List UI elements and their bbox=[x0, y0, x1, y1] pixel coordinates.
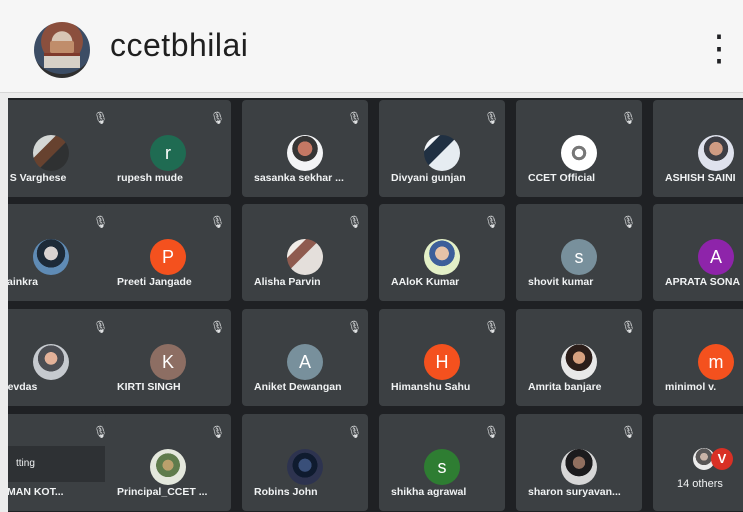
microphone-off-icon: 🎙 bbox=[93, 111, 109, 125]
participant-name: Preeti Jangade bbox=[117, 276, 192, 288]
microphone-off-icon: 🎙 bbox=[484, 320, 500, 334]
more-options-icon[interactable]: ⋮ bbox=[701, 28, 737, 70]
microphone-off-icon: 🎙 bbox=[210, 425, 226, 439]
participant-tile-preeti-jangade[interactable]: 🎙 P Preeti Jangade bbox=[105, 204, 231, 301]
participant-tile-aniket-dewangan[interactable]: 🎙 A Aniket Dewangan bbox=[242, 309, 368, 406]
participant-avatar-icon bbox=[33, 239, 69, 275]
participant-avatar-icon bbox=[150, 449, 186, 485]
participant-name: Painkra bbox=[8, 276, 38, 288]
participant-avatar-icon: s bbox=[561, 239, 597, 275]
microphone-off-icon: 🎙 bbox=[621, 215, 637, 229]
participant-name: Alisha Parvin bbox=[254, 276, 321, 288]
participant-tile-rupesh-mude[interactable]: 🎙 r rupesh mude bbox=[105, 100, 231, 197]
participant-avatar-icon: r bbox=[150, 135, 186, 171]
microphone-off-icon: 🎙 bbox=[347, 215, 363, 229]
participant-tile-minimol-v[interactable]: 🎙 m minimol v. bbox=[653, 309, 743, 406]
participant-tile-devdas[interactable]: 🎙 Devdas bbox=[8, 309, 114, 406]
participant-tile-sasanka-sekhar[interactable]: 🎙 sasanka sekhar ... bbox=[242, 100, 368, 197]
participant-tile-ashish-saini[interactable]: 🎙 ASHISH SAINI bbox=[653, 100, 743, 197]
participant-avatar-icon: P bbox=[150, 239, 186, 275]
participant-avatar-icon: V bbox=[711, 448, 733, 470]
microphone-off-icon: 🎙 bbox=[347, 320, 363, 334]
participant-name: shikha agrawal bbox=[391, 486, 467, 498]
microphone-off-icon: 🎙 bbox=[347, 425, 363, 439]
participant-tile-himanshu-sahu[interactable]: 🎙 H Himanshu Sahu bbox=[379, 309, 505, 406]
participant-avatar-icon: K bbox=[150, 344, 186, 380]
participant-tile-shovit-kumar[interactable]: 🎙 s shovit kumar bbox=[516, 204, 642, 301]
participant-tile-alisha-parvin[interactable]: 🎙 Alisha Parvin bbox=[242, 204, 368, 301]
participant-tile-shikha-agrawal[interactable]: 🎙 s shikha agrawal bbox=[379, 414, 505, 511]
participant-name: minimol v. bbox=[665, 381, 717, 393]
meeting-screen: ccetbhilai ⋮ 🎙 P S Varghese 🎙 r rupesh m… bbox=[0, 0, 743, 512]
participant-avatar-icon bbox=[287, 239, 323, 275]
participant-name: CCET Official bbox=[528, 172, 596, 184]
microphone-off-icon: 🎙 bbox=[347, 111, 363, 125]
participant-name: Divyani gunjan bbox=[391, 172, 466, 184]
participant-name: Aniket Dewangan bbox=[254, 381, 342, 393]
organization-logo-icon bbox=[34, 22, 90, 78]
microphone-off-icon: 🎙 bbox=[484, 111, 500, 125]
microphone-off-icon: 🎙 bbox=[621, 425, 637, 439]
participant-name: sasanka sekhar ... bbox=[254, 172, 344, 184]
participant-name: Principal_CCET ... bbox=[117, 486, 208, 498]
participant-tile-p-s-varghese[interactable]: 🎙 P S Varghese bbox=[8, 100, 114, 197]
participant-avatar-icon bbox=[33, 344, 69, 380]
participant-name: sharon suryavan... bbox=[528, 486, 621, 498]
participant-tile-painkra[interactable]: 🎙 Painkra bbox=[8, 204, 114, 301]
microphone-off-icon: 🎙 bbox=[621, 320, 637, 334]
participant-name: shovit kumar bbox=[528, 276, 594, 288]
microphone-off-icon: 🎙 bbox=[484, 425, 500, 439]
participant-avatar-icon: m bbox=[698, 344, 734, 380]
participant-avatar-icon: s bbox=[424, 449, 460, 485]
participant-name: APRATA SONA bbox=[665, 276, 741, 288]
microphone-off-icon: 🎙 bbox=[93, 425, 109, 439]
participant-avatar-icon bbox=[561, 135, 597, 171]
meeting-title: ccetbhilai bbox=[110, 27, 249, 63]
participant-avatar-icon bbox=[33, 135, 69, 171]
participant-tile-amrita-banjare[interactable]: 🎙 Amrita banjare bbox=[516, 309, 642, 406]
participant-avatar-icon bbox=[287, 449, 323, 485]
participant-name: AAloK Kumar bbox=[391, 276, 460, 288]
participant-avatar-icon: A bbox=[287, 344, 323, 380]
participant-tile-aprata-sona[interactable]: 🎙 A APRATA SONA bbox=[653, 204, 743, 301]
participant-tile-aalok-kumar[interactable]: 🎙 AAloK Kumar bbox=[379, 204, 505, 301]
participant-tile-others[interactable]: V 14 others bbox=[653, 414, 743, 511]
microphone-off-icon: 🎙 bbox=[93, 320, 109, 334]
microphone-off-icon: 🎙 bbox=[210, 320, 226, 334]
participant-avatar-icon bbox=[561, 344, 597, 380]
partial-meeting-chip[interactable]: tting bbox=[8, 446, 120, 482]
participant-name: Himanshu Sahu bbox=[391, 381, 471, 393]
participant-avatar-icon bbox=[561, 449, 597, 485]
participant-tile-robins-john[interactable]: 🎙 Robins John bbox=[242, 414, 368, 511]
microphone-off-icon: 🎙 bbox=[484, 215, 500, 229]
participant-name: Robins John bbox=[254, 486, 318, 498]
meeting-header: ccetbhilai ⋮ bbox=[0, 0, 743, 93]
participant-tile-divyani-gunjan[interactable]: 🎙 Divyani gunjan bbox=[379, 100, 505, 197]
participant-name: Amrita banjare bbox=[528, 381, 602, 393]
chip-label: tting bbox=[16, 458, 35, 469]
microphone-off-icon: 🎙 bbox=[93, 215, 109, 229]
participant-name: EMAN KOT... bbox=[8, 486, 64, 498]
others-avatar-group: V bbox=[693, 444, 743, 472]
microphone-off-icon: 🎙 bbox=[210, 215, 226, 229]
participant-name: rupesh mude bbox=[117, 172, 183, 184]
participant-name: ASHISH SAINI bbox=[665, 172, 736, 184]
participant-name: KIRTI SINGH bbox=[117, 381, 181, 393]
participant-name: P S Varghese bbox=[8, 172, 67, 184]
participant-avatar-icon: A bbox=[698, 239, 734, 275]
microphone-off-icon: 🎙 bbox=[621, 111, 637, 125]
participant-avatar-icon bbox=[424, 239, 460, 275]
participant-avatar-icon bbox=[698, 135, 734, 171]
participant-avatar-icon bbox=[424, 135, 460, 171]
others-count: 14 others bbox=[677, 478, 723, 490]
participant-tile-principal-ccet[interactable]: 🎙 Principal_CCET ... bbox=[105, 414, 231, 511]
participant-tile-ccet-official[interactable]: 🎙 CCET Official bbox=[516, 100, 642, 197]
participant-avatar-icon: H bbox=[424, 344, 460, 380]
participant-name: Devdas bbox=[8, 381, 38, 393]
participant-avatar-icon bbox=[287, 135, 323, 171]
participant-tile-sharon-suryavan[interactable]: 🎙 sharon suryavan... bbox=[516, 414, 642, 511]
microphone-off-icon: 🎙 bbox=[210, 111, 226, 125]
participant-tile-kirti-singh[interactable]: 🎙 K KIRTI SINGH bbox=[105, 309, 231, 406]
participant-grid: 🎙 P S Varghese 🎙 r rupesh mude 🎙 sasanka… bbox=[8, 98, 743, 512]
